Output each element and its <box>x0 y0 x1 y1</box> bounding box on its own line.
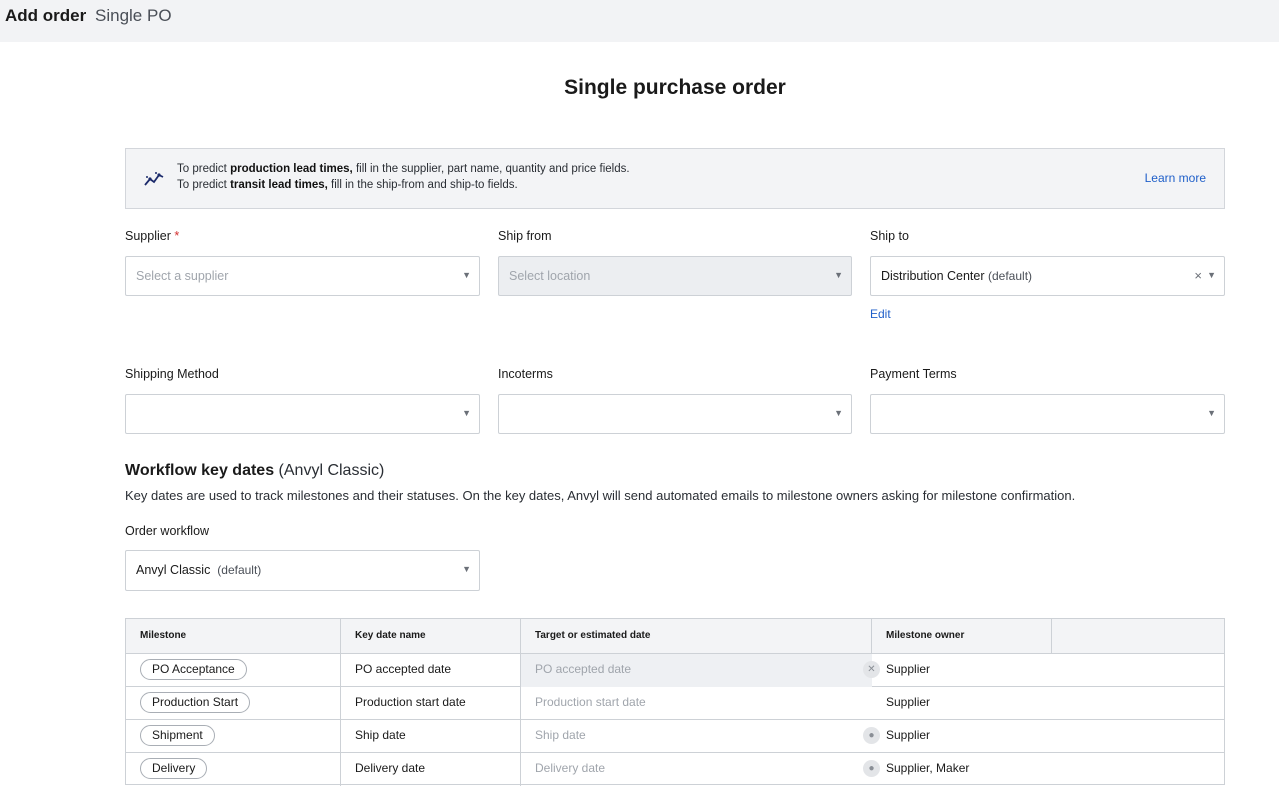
milestone-cell: Production Start <box>126 687 341 720</box>
chevron-down-icon: ▼ <box>1207 408 1216 418</box>
table-row: Production Start Production start date P… <box>126 687 1224 720</box>
supplier-placeholder: Select a supplier <box>136 269 229 283</box>
incoterms-label: Incoterms <box>498 367 553 381</box>
ship-to-default-tag: (default) <box>988 269 1033 283</box>
chevron-down-icon: ▼ <box>462 408 471 418</box>
key-date-cell: PO accepted date <box>341 654 521 687</box>
milestones-table: Milestone Key date name Target or estima… <box>125 618 1225 786</box>
milestone-pill: Shipment <box>140 725 215 747</box>
key-date-cell: Delivery date <box>341 753 521 786</box>
table-row: Delivery Delivery date Delivery date ● S… <box>126 753 1224 786</box>
banner-line2-pre: To predict <box>177 179 231 191</box>
order-workflow-default-tag: (default) <box>217 563 262 577</box>
incoterms-select[interactable]: ▼ <box>498 394 852 434</box>
target-date-input[interactable]: Production start date <box>521 687 872 720</box>
chevron-down-icon: ▼ <box>462 270 471 280</box>
key-date-cell: Ship date <box>341 720 521 753</box>
workflow-description: Key dates are used to track milestones a… <box>125 488 1076 503</box>
ship-from-label: Ship from <box>498 229 552 243</box>
chevron-down-icon: ▼ <box>834 408 843 418</box>
milestone-pill: PO Acceptance <box>140 659 247 681</box>
banner-line-production: To predict production lead times, fill i… <box>177 163 630 175</box>
target-date-input[interactable]: PO accepted date <box>521 654 872 687</box>
banner-line1-post: fill in the supplier, part name, quantit… <box>352 163 630 175</box>
chevron-down-icon: ▼ <box>834 270 843 280</box>
owner-cell: Supplier, Maker <box>886 761 970 775</box>
workflow-title-suffix: (Anvyl Classic) <box>278 462 385 479</box>
page-title: Single purchase order <box>564 76 786 99</box>
trend-chart-icon <box>144 172 164 186</box>
workflow-title: Workflow key dates <box>125 462 275 479</box>
shipping-method-label: Shipping Method <box>125 367 219 381</box>
order-workflow-value: Anvyl Classic (default) <box>136 563 261 577</box>
ship-to-label: Ship to <box>870 229 909 243</box>
learn-more-link[interactable]: Learn more <box>1145 171 1206 185</box>
milestone-cell: Delivery <box>126 753 341 786</box>
milestone-cell: PO Acceptance <box>126 654 341 687</box>
milestone-pill: Production Start <box>140 692 251 714</box>
column-header-milestone-owner: Milestone owner <box>872 619 1052 654</box>
chevron-down-icon: ▼ <box>1207 270 1216 280</box>
required-mark: * <box>174 229 180 243</box>
target-date-input[interactable]: Ship date <box>521 720 872 753</box>
supplier-label: Supplier * <box>125 229 179 243</box>
ship-to-select[interactable]: Distribution Center (default) × ▼ <box>870 256 1225 296</box>
header-subtitle: Single PO <box>95 6 172 25</box>
ship-to-value-text: Distribution Center <box>881 269 985 283</box>
shipping-method-select[interactable]: ▼ <box>125 394 480 434</box>
order-workflow-value-text: Anvyl Classic <box>136 563 211 577</box>
top-bar: Add order Single PO <box>0 0 1279 42</box>
owner-cell: Supplier <box>886 728 931 742</box>
chevron-down-icon: ▼ <box>462 564 471 574</box>
payment-terms-select[interactable]: ▼ <box>870 394 1225 434</box>
supplier-select[interactable]: Select a supplier ▼ <box>125 256 480 296</box>
target-date-input[interactable]: Delivery date <box>521 753 872 786</box>
header-title: Add order <box>5 6 87 25</box>
banner-line1-pre: To predict <box>177 163 231 175</box>
owner-cell: Supplier <box>886 662 931 676</box>
banner-line1-bold: production lead times, <box>230 163 353 175</box>
ship-to-edit-link[interactable]: Edit <box>870 307 891 321</box>
clear-icon[interactable]: × <box>1194 268 1202 283</box>
banner-line2-bold: transit lead times, <box>230 179 328 191</box>
ship-to-value: Distribution Center (default) <box>881 269 1032 283</box>
lead-time-banner: To predict production lead times, fill i… <box>125 148 1225 209</box>
milestone-pill: Delivery <box>140 758 208 780</box>
payment-terms-label: Payment Terms <box>870 367 957 381</box>
column-header-target-date: Target or estimated date <box>521 619 872 654</box>
order-workflow-select[interactable]: Anvyl Classic (default) ▼ <box>125 550 480 591</box>
ship-from-placeholder: Select location <box>509 269 591 283</box>
column-header-milestone: Milestone <box>126 619 341 654</box>
table-row: PO Acceptance PO accepted date PO accept… <box>126 654 1224 687</box>
banner-line-transit: To predict transit lead times, fill in t… <box>177 179 518 191</box>
workflow-section-title: Workflow key dates (Anvyl Classic) <box>125 462 384 480</box>
column-header-key-date-name: Key date name <box>341 619 521 654</box>
supplier-label-text: Supplier <box>125 229 171 243</box>
banner-line2-post: fill in the ship-from and ship-to fields… <box>327 179 518 191</box>
owner-cell: Supplier <box>886 695 931 709</box>
milestone-cell: Shipment <box>126 720 341 753</box>
table-header: Milestone Key date name Target or estima… <box>126 619 1224 654</box>
ship-from-select: Select location ▼ <box>498 256 852 296</box>
key-date-cell: Production start date <box>341 687 521 720</box>
order-workflow-label: Order workflow <box>125 524 210 538</box>
table-row: Shipment Ship date Ship date ● Supplier <box>126 720 1224 753</box>
